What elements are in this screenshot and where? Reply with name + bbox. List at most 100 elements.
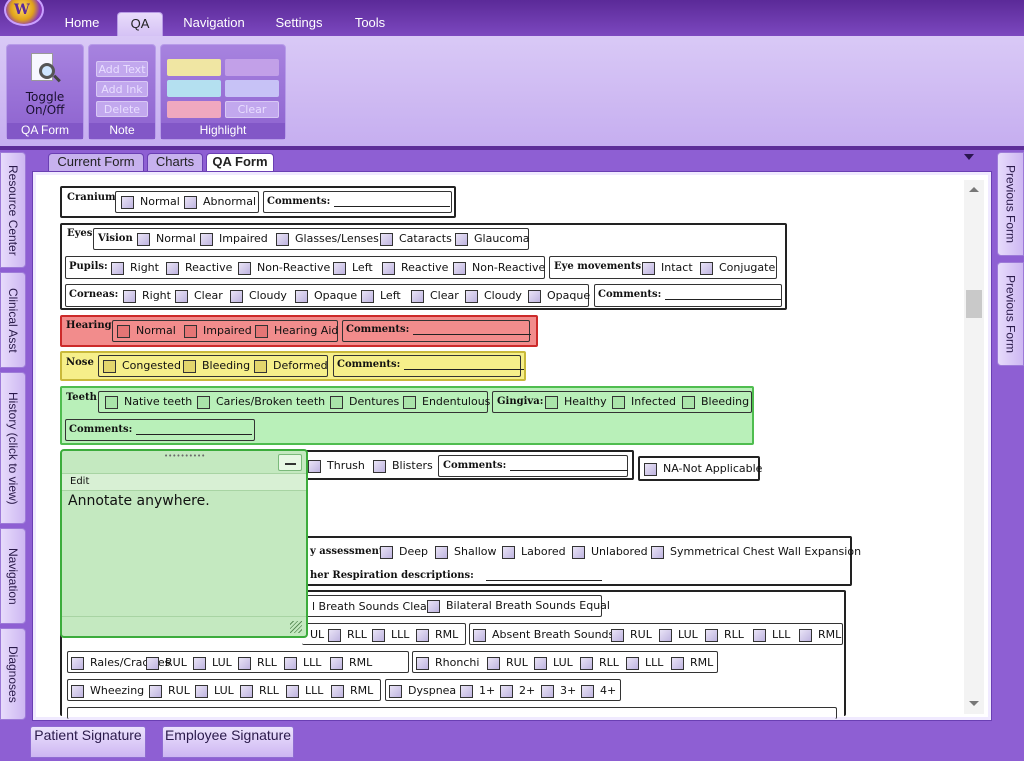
absent-breath-checkbox[interactable]: Absent Breath Sounds <box>473 628 614 642</box>
scrollbar-thumb[interactable] <box>966 290 982 318</box>
corneas-right-checkbox[interactable]: Right <box>123 289 171 303</box>
rhonchi-lll-checkbox[interactable]: LLL <box>626 656 663 670</box>
resp-unlabored-checkbox[interactable]: Unlabored <box>572 545 648 559</box>
patient-signature-button[interactable]: Patient Signature <box>30 726 146 758</box>
absent-lul-checkbox[interactable]: LUL <box>659 628 698 642</box>
other-respiration-field[interactable]: her Respiration descriptions: <box>310 570 602 581</box>
eye-intact-checkbox[interactable]: Intact <box>642 261 693 275</box>
corneas-right-opaque-checkbox[interactable]: Opaque <box>295 289 357 303</box>
hearing-aid-checkbox[interactable]: Hearing Aid <box>255 324 338 338</box>
row1-rll-checkbox[interactable]: RLL <box>328 628 367 642</box>
dyspnea-2-checkbox[interactable]: 2+ <box>500 684 535 698</box>
cranium-comments-field[interactable]: Comments: <box>267 196 451 207</box>
pupils-right-reactive-checkbox[interactable]: Reactive <box>166 261 232 275</box>
teeth-endentulous-checkbox[interactable]: Endentulous <box>403 395 490 409</box>
pupils-left-reactive-checkbox[interactable]: Reactive <box>382 261 448 275</box>
corneas-left-checkbox[interactable]: Left <box>361 289 401 303</box>
chevron-down-icon[interactable] <box>964 154 974 160</box>
highlight-purple-swatch[interactable] <box>225 59 279 76</box>
teeth-native-checkbox[interactable]: Native teeth <box>105 395 192 409</box>
sticky-note[interactable]: •••••••••• Edit Annotate anywhere. <box>60 449 308 638</box>
sidebar-tab-resource-center[interactable]: Resource Center <box>0 152 26 268</box>
rhonchi-checkbox[interactable]: Rhonchi <box>416 656 479 670</box>
tab-charts[interactable]: Charts <box>147 153 203 173</box>
tab-home[interactable]: Home <box>56 12 108 36</box>
note-edit-menu[interactable]: Edit <box>70 476 89 487</box>
pupils-right-nonreactive-checkbox[interactable]: Non-Reactive <box>238 261 330 275</box>
hearing-normal-checkbox[interactable]: Normal <box>117 324 176 338</box>
hearing-comments-field[interactable]: Comments: <box>346 324 532 335</box>
eyes-comments-field[interactable]: Comments: <box>598 289 782 300</box>
scroll-down-icon[interactable] <box>964 696 984 714</box>
mouth-comments-field[interactable]: Comments: <box>443 460 629 471</box>
previous-form-tab[interactable]: Previous Form <box>997 152 1024 256</box>
wheezing-rll-checkbox[interactable]: RLL <box>240 684 279 698</box>
pupils-left-checkbox[interactable]: Left <box>333 261 373 275</box>
delete-button[interactable]: Delete <box>96 101 148 117</box>
gingiva-healthy-checkbox[interactable]: Healthy <box>545 395 607 409</box>
previous-form-tab-2[interactable]: Previous Form <box>997 262 1024 366</box>
resize-grip-icon[interactable] <box>290 621 302 633</box>
mouth-thrush-checkbox[interactable]: Thrush <box>308 459 365 473</box>
na-not-applicable-checkbox[interactable]: NA-Not Applicable <box>644 462 762 476</box>
wheezing-lll-checkbox[interactable]: LLL <box>286 684 323 698</box>
highlight-yellow-swatch[interactable] <box>167 59 221 76</box>
rhonchi-lul-checkbox[interactable]: LUL <box>534 656 573 670</box>
absent-lll-checkbox[interactable]: LLL <box>753 628 790 642</box>
nose-bleeding-checkbox[interactable]: Bleeding <box>183 359 250 373</box>
rales-lll-checkbox[interactable]: LLL <box>284 656 321 670</box>
teeth-comments-field[interactable]: Comments: <box>69 424 253 435</box>
rhonchi-rll-checkbox[interactable]: RLL <box>580 656 619 670</box>
cranium-normal-checkbox[interactable]: Normal <box>121 195 180 209</box>
rales-rul-checkbox[interactable]: RUL <box>146 656 187 670</box>
nose-deformed-checkbox[interactable]: Deformed <box>254 359 328 373</box>
vision-normal-checkbox[interactable]: Normal <box>137 232 196 246</box>
corneas-left-clear-checkbox[interactable]: Clear <box>411 289 459 303</box>
rales-rml-checkbox[interactable]: RML <box>330 656 372 670</box>
sidebar-tab-history[interactable]: History (click to view) <box>0 372 26 524</box>
gingiva-infected-checkbox[interactable]: Infected <box>612 395 676 409</box>
add-ink-button[interactable]: Add Ink <box>96 81 148 97</box>
corneas-left-cloudy-checkbox[interactable]: Cloudy <box>465 289 522 303</box>
tab-navigation[interactable]: Navigation <box>172 12 256 36</box>
sidebar-tab-navigation[interactable]: Navigation <box>0 528 26 624</box>
rhonchi-rml-checkbox[interactable]: RML <box>671 656 713 670</box>
vision-cataracts-checkbox[interactable]: Cataracts <box>380 232 452 246</box>
scroll-up-icon[interactable] <box>964 180 984 198</box>
wheezing-rml-checkbox[interactable]: RML <box>331 684 373 698</box>
absent-rml-checkbox[interactable]: RML <box>799 628 841 642</box>
wheezing-checkbox[interactable]: Wheezing <box>71 684 144 698</box>
corneas-left-opaque-checkbox[interactable]: Opaque <box>528 289 590 303</box>
rales-rll-checkbox[interactable]: RLL <box>238 656 277 670</box>
corneas-right-cloudy-checkbox[interactable]: Cloudy <box>230 289 287 303</box>
resp-deep-checkbox[interactable]: Deep <box>380 545 428 559</box>
dyspnea-4-checkbox[interactable]: 4+ <box>581 684 616 698</box>
absent-rll-checkbox[interactable]: RLL <box>705 628 744 642</box>
sidebar-tab-clinical-asst[interactable]: Clinical Asst <box>0 272 26 368</box>
toggle-on-off-button[interactable]: Toggle On/Off <box>7 91 83 117</box>
resp-symmetrical-checkbox[interactable]: Symmetrical Chest Wall Expansion <box>651 545 861 559</box>
highlight-lavender-swatch[interactable] <box>225 80 279 97</box>
tab-qa-form[interactable]: QA Form <box>206 153 274 174</box>
gingiva-bleeding-checkbox[interactable]: Bleeding <box>682 395 749 409</box>
dyspnea-checkbox[interactable]: Dyspnea <box>389 684 456 698</box>
dyspnea-3-checkbox[interactable]: 3+ <box>541 684 576 698</box>
teeth-dentures-checkbox[interactable]: Dentures <box>330 395 399 409</box>
nose-congested-checkbox[interactable]: Congested <box>103 359 181 373</box>
mouth-blisters-checkbox[interactable]: Blisters <box>373 459 433 473</box>
pupils-left-nonreactive-checkbox[interactable]: Non-Reactive <box>453 261 545 275</box>
tab-current-form[interactable]: Current Form <box>48 153 144 173</box>
employee-signature-button[interactable]: Employee Signature <box>162 726 294 758</box>
dyspnea-1-checkbox[interactable]: 1+ <box>460 684 495 698</box>
highlight-pink-swatch[interactable] <box>167 101 221 118</box>
resp-shallow-checkbox[interactable]: Shallow <box>435 545 497 559</box>
row1-rml-checkbox[interactable]: RML <box>416 628 458 642</box>
highlight-blue-swatch[interactable] <box>167 80 221 97</box>
magnifier-form-icon[interactable] <box>29 51 61 85</box>
hearing-impaired-checkbox[interactable]: Impaired <box>184 324 252 338</box>
vision-glasses-checkbox[interactable]: Glasses/Lenses <box>276 232 379 246</box>
nose-comments-field[interactable]: Comments: <box>337 359 525 370</box>
absent-rul-checkbox[interactable]: RUL <box>611 628 652 642</box>
corneas-right-clear-checkbox[interactable]: Clear <box>175 289 223 303</box>
breath-equal-checkbox[interactable]: Bilateral Breath Sounds Equal <box>427 599 610 613</box>
